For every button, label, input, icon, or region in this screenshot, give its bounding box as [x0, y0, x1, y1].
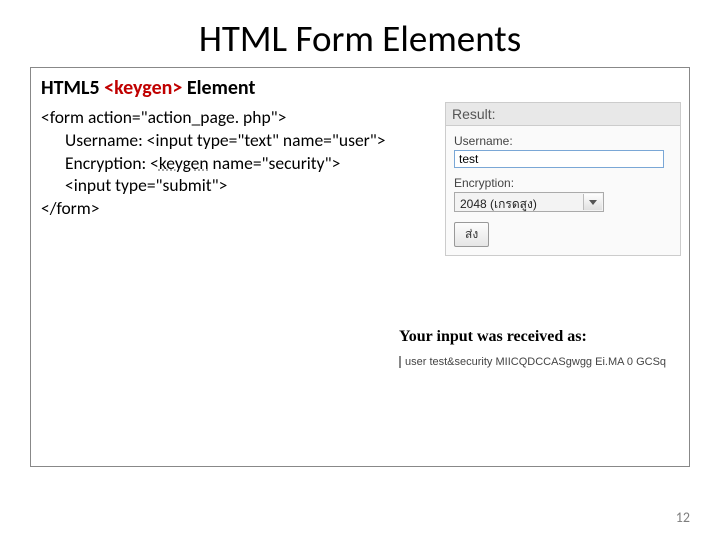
encryption-label: Encryption:	[454, 176, 672, 190]
page-number: 12	[676, 509, 690, 526]
received-block: Your input was received as: user test&se…	[399, 328, 679, 368]
encryption-value: 2048 (เกรดสูง)	[460, 195, 537, 214]
slide: HTML Form Elements HTML5 <keygen> Elemen…	[0, 0, 720, 540]
encryption-select[interactable]: 2048 (เกรดสูง)	[454, 192, 604, 212]
submit-button[interactable]: ส่ง	[454, 222, 489, 247]
subtitle-keyword: <keygen>	[104, 76, 182, 100]
username-input[interactable]	[454, 150, 664, 168]
received-value: user test&security MIICQDCCASgwgg Ei.MA …	[399, 356, 679, 368]
slide-title: HTML Form Elements	[30, 0, 690, 67]
subtitle-prefix: HTML5	[41, 76, 104, 100]
section-subtitle: HTML5 <keygen> Element	[41, 76, 679, 100]
result-panel: Result: Username: Encryption: 2048 (เกรด…	[445, 102, 681, 256]
subtitle-suffix: Element	[182, 76, 255, 100]
content-box: HTML5 <keygen> Element <form action="act…	[30, 67, 690, 467]
dropdown-arrow-icon	[583, 194, 602, 210]
username-label: Username:	[454, 134, 672, 148]
result-header: Result:	[445, 102, 681, 125]
form-area: Username: Encryption: 2048 (เกรดสูง) ส่ง	[445, 125, 681, 256]
received-title: Your input was received as:	[399, 328, 679, 346]
